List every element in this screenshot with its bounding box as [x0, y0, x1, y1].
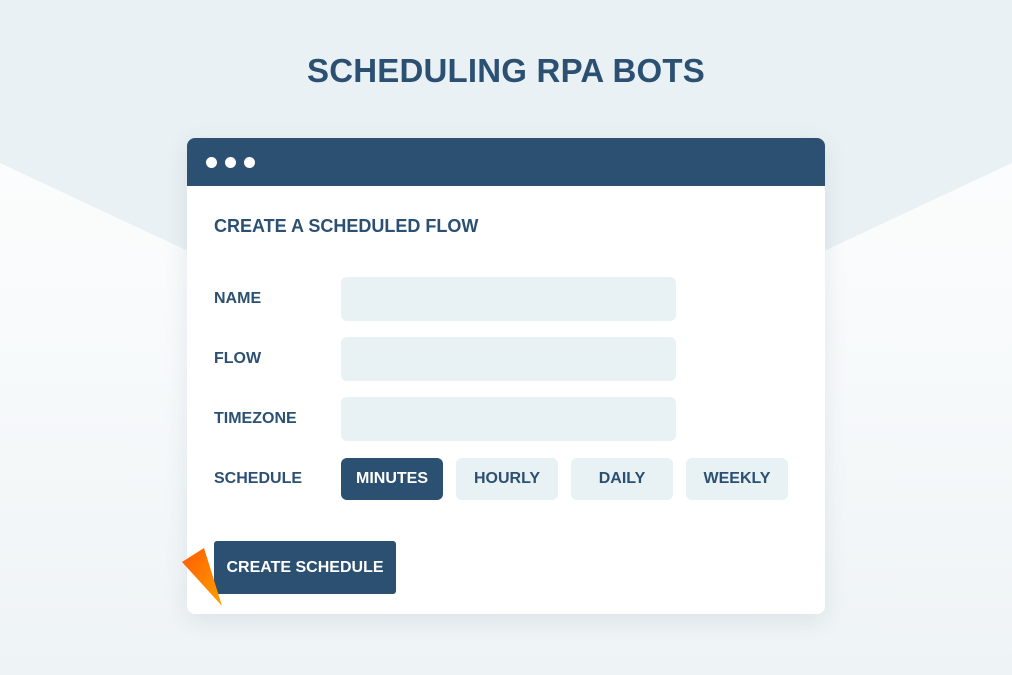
window-dot-icon: [244, 156, 255, 168]
name-input[interactable]: [341, 277, 676, 321]
page-title: SCHEDULING RPA BOTS: [307, 52, 705, 89]
form-title: CREATE A SCHEDULED FLOW: [214, 216, 479, 236]
flow-row: FLOW: [214, 337, 676, 381]
schedule-option-minutes[interactable]: MINUTES: [341, 458, 443, 500]
timezone-row: TIMEZONE: [214, 397, 676, 441]
schedule-option-daily[interactable]: DAILY: [571, 458, 673, 500]
timezone-input[interactable]: [341, 397, 676, 441]
timezone-label: TIMEZONE: [214, 410, 297, 427]
schedule-option-hourly[interactable]: HOURLY: [456, 458, 558, 500]
name-row: NAME: [214, 277, 676, 321]
flow-input[interactable]: [341, 337, 676, 381]
create-schedule-button[interactable]: CREATE SCHEDULE: [214, 541, 396, 594]
pointer-cursor-icon: [182, 548, 222, 606]
flow-label: FLOW: [214, 350, 262, 367]
schedule-options: MINUTES HOURLY DAILY WEEKLY: [341, 458, 788, 500]
window-titlebar: [187, 138, 825, 186]
schedule-row: SCHEDULE MINUTES HOURLY DAILY WEEKLY: [214, 458, 788, 500]
schedule-option-weekly[interactable]: WEEKLY: [686, 458, 788, 500]
window-dot-icon: [225, 156, 236, 168]
name-label: NAME: [214, 290, 262, 307]
schedule-label: SCHEDULE: [214, 470, 303, 487]
app-window: CREATE A SCHEDULED FLOW NAME FLOW TIMEZO…: [187, 138, 825, 614]
window-dot-icon: [206, 156, 217, 168]
